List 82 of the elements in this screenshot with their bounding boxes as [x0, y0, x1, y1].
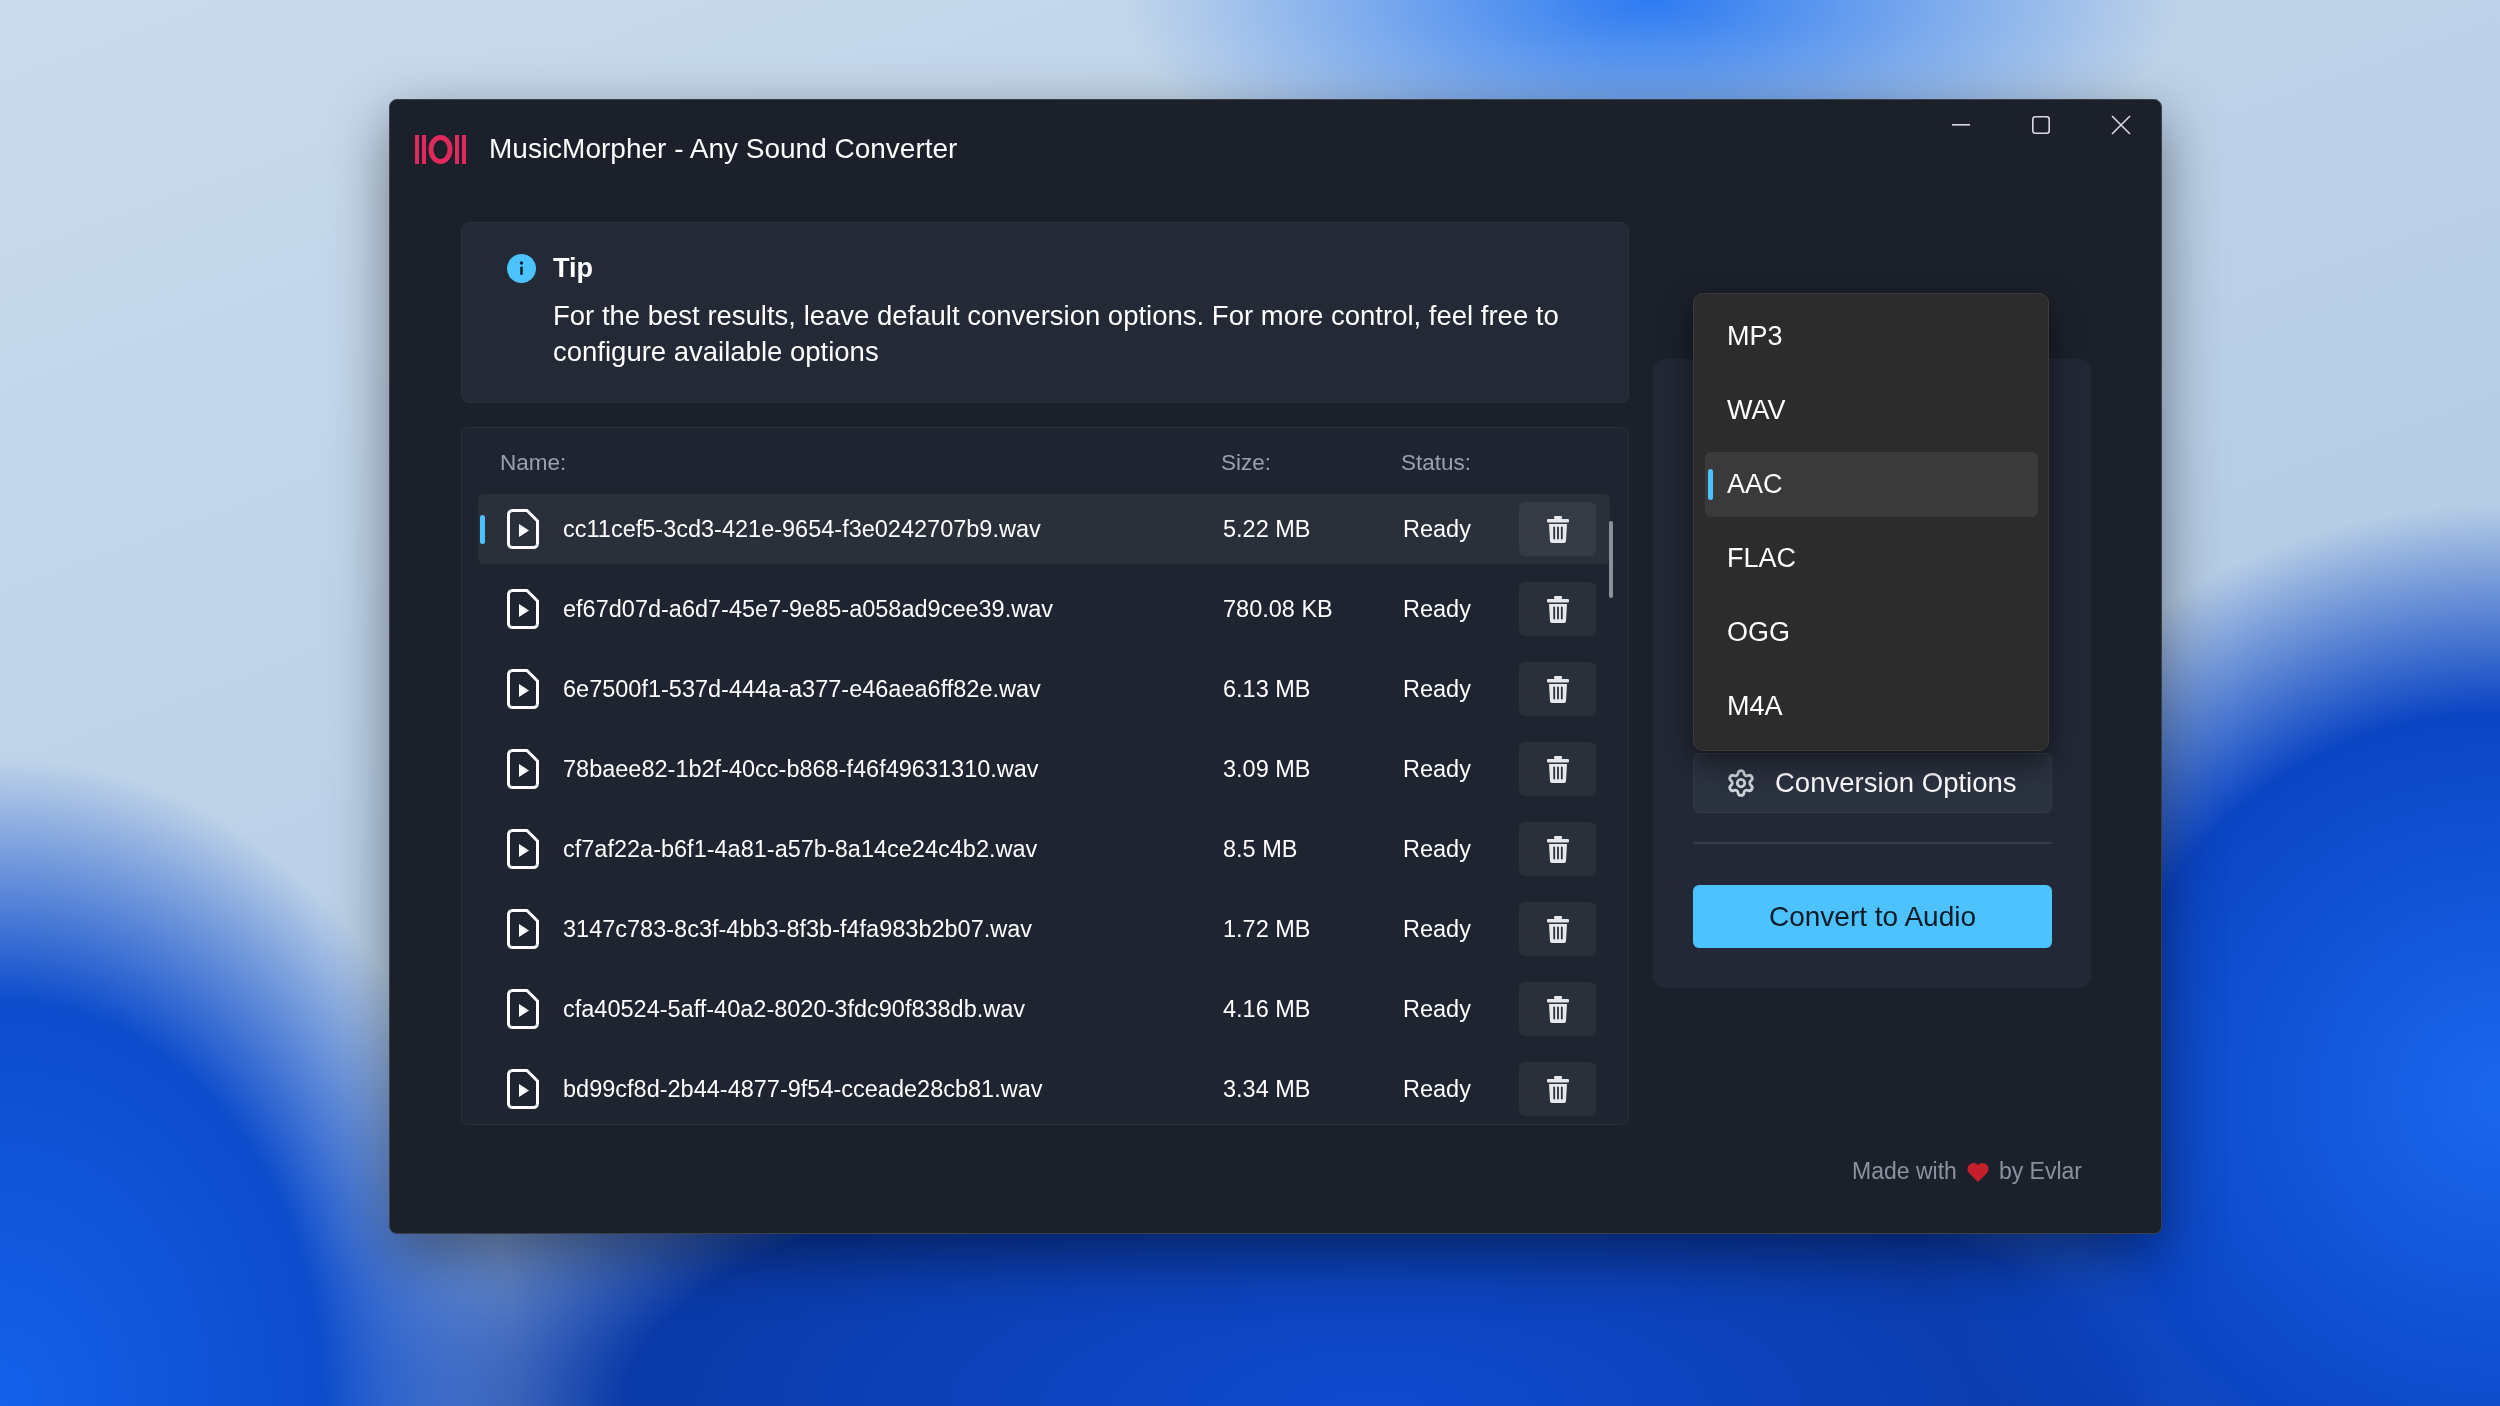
file-name: cfa40524-5aff-40a2-8020-3fdc90f838db.wav — [563, 995, 1026, 1023]
file-size: 3.09 MB — [1223, 755, 1311, 783]
file-row[interactable]: cfa40524-5aff-40a2-8020-3fdc90f838db.wav 4.16 MB Ready — [478, 974, 1610, 1044]
author-text: by Evlar — [1998, 1158, 2082, 1185]
file-status: Ready — [1403, 675, 1471, 703]
settings-icon — [1726, 768, 1756, 798]
file-row[interactable]: 6e7500f1-537d-444a-a377-e46aea6ff82e.wav 6.13 MB Ready — [478, 654, 1610, 724]
delete-button[interactable] — [1519, 1062, 1596, 1116]
scrollbar-thumb[interactable] — [1609, 521, 1613, 598]
trash-icon — [1546, 595, 1569, 623]
file-name: 3147c783-8c3f-4bb3-8f3b-f4fa983b2b07.wav — [563, 915, 1033, 943]
selection-indicator — [480, 515, 485, 544]
file-status: Ready — [1403, 595, 1471, 623]
file-status: Ready — [1403, 755, 1471, 783]
file-size: 8.5 MB — [1223, 835, 1298, 863]
file-name: cc11cef5-3cd3-421e-9654-f3e0242707b9.wav — [563, 515, 1041, 543]
file-row[interactable]: bd99cf8d-2b44-4877-9f54-cceade28cb81.wav 3.34 MB Ready — [478, 1054, 1610, 1124]
file-name: 78baee82-1b2f-40cc-b868-f46f49631310.wav — [563, 755, 1039, 783]
file-size: 5.22 MB — [1223, 515, 1311, 543]
minimize-icon — [1952, 124, 1970, 126]
file-size: 1.72 MB — [1223, 915, 1311, 943]
tip-title: Tip — [553, 252, 594, 285]
file-row[interactable]: cc11cef5-3cd3-421e-9654-f3e0242707b9.wav 5.22 MB Ready — [478, 494, 1610, 564]
format-option[interactable]: AAC — [1705, 452, 2038, 517]
audio-file-icon — [507, 509, 539, 549]
info-icon — [507, 254, 536, 283]
window-title: MusicMorpher - Any Sound Converter — [489, 133, 958, 165]
column-header: Name: — [500, 450, 567, 476]
delete-button[interactable] — [1519, 582, 1596, 636]
made-with-text: Made with — [1852, 1158, 1957, 1185]
column-header: Size: — [1221, 450, 1272, 476]
delete-button[interactable] — [1519, 902, 1596, 956]
file-row[interactable]: cf7af22a-b6f1-4a81-a57b-8a14ce24c4b2.wav 8.5 MB Ready — [478, 814, 1610, 884]
file-status: Ready — [1403, 515, 1471, 543]
audio-file-icon — [507, 1069, 539, 1109]
file-name: bd99cf8d-2b44-4877-9f54-cceade28cb81.wav — [563, 1075, 1043, 1103]
format-option[interactable]: OGG — [1705, 600, 2038, 665]
maximize-icon — [2032, 116, 2050, 134]
column-header: Status: — [1401, 450, 1472, 476]
file-name: 6e7500f1-537d-444a-a377-e46aea6ff82e.wav — [563, 675, 1041, 703]
trash-icon — [1546, 835, 1569, 863]
file-row[interactable]: 3147c783-8c3f-4bb3-8f3b-f4fa983b2b07.wav 1.72 MB Ready — [478, 894, 1610, 964]
file-status: Ready — [1403, 835, 1471, 863]
close-icon — [2111, 115, 2131, 135]
file-size: 3.34 MB — [1223, 1075, 1311, 1103]
delete-button[interactable] — [1519, 822, 1596, 876]
file-row[interactable]: ef67d07d-a6d7-45e7-9e85-a058ad9cee39.wav 780.08 KB Ready — [478, 574, 1610, 644]
file-size: 4.16 MB — [1223, 995, 1311, 1023]
audio-file-icon — [507, 589, 539, 629]
delete-button[interactable] — [1519, 982, 1596, 1036]
file-row[interactable]: 78baee82-1b2f-40cc-b868-f46f49631310.wav 3.09 MB Ready — [478, 734, 1610, 804]
delete-button[interactable] — [1519, 502, 1596, 556]
file-status: Ready — [1403, 1075, 1471, 1103]
trash-icon — [1546, 1075, 1569, 1103]
format-option[interactable]: M4A — [1705, 674, 2038, 739]
file-status: Ready — [1403, 915, 1471, 943]
logo-icon — [415, 134, 466, 164]
trash-icon — [1546, 515, 1569, 543]
convert-button[interactable]: Convert to Audio — [1693, 885, 2052, 948]
audio-file-icon — [507, 909, 539, 949]
audio-file-icon — [507, 829, 539, 869]
delete-button[interactable] — [1519, 742, 1596, 796]
trash-icon — [1546, 995, 1569, 1023]
heart-icon — [1966, 1161, 1989, 1182]
audio-file-icon — [507, 749, 539, 789]
audio-file-icon — [507, 989, 539, 1029]
file-size: 6.13 MB — [1223, 675, 1311, 703]
tip-message: For the best results, leave default conversion options. For more control, feel free to configure available options — [553, 299, 1560, 369]
delete-button[interactable] — [1519, 662, 1596, 716]
selection-indicator — [1708, 469, 1713, 500]
trash-icon — [1546, 915, 1569, 943]
conversion-options-button[interactable]: Conversion Options — [1693, 753, 2052, 813]
format-option[interactable]: WAV — [1705, 378, 2038, 443]
file-size: 780.08 KB — [1223, 595, 1333, 623]
audio-file-icon — [507, 669, 539, 709]
format-option[interactable]: FLAC — [1705, 526, 2038, 591]
file-name: ef67d07d-a6d7-45e7-9e85-a058ad9cee39.wav — [563, 595, 1053, 623]
format-option[interactable]: MP3 — [1705, 304, 2038, 369]
file-status: Ready — [1403, 995, 1471, 1023]
trash-icon — [1546, 675, 1569, 703]
trash-icon — [1546, 755, 1569, 783]
file-name: cf7af22a-b6f1-4a81-a57b-8a14ce24c4b2.wav — [563, 835, 1038, 863]
